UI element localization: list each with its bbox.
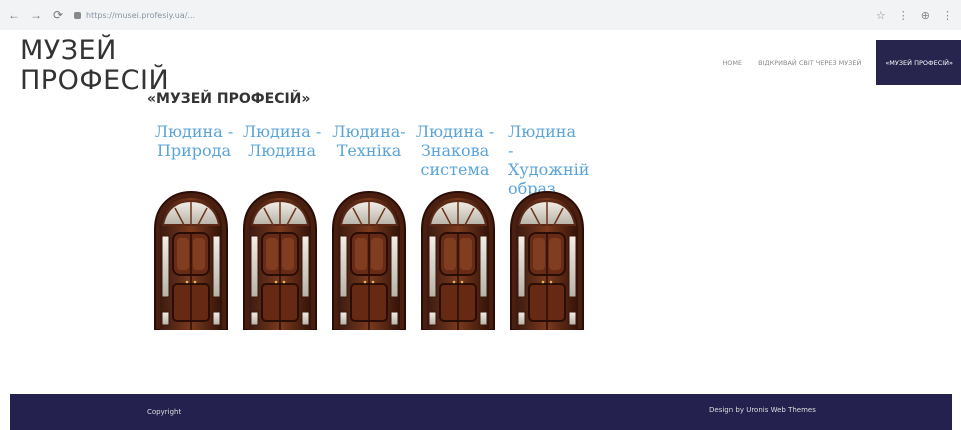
door-human-sign-system[interactable] bbox=[420, 191, 496, 330]
forward-arrow-icon[interactable]: → bbox=[30, 8, 42, 22]
profile-icon[interactable]: ⊕ bbox=[921, 9, 930, 22]
category-line: Художній bbox=[508, 160, 590, 179]
profession-categories: Людина - Природа Людина - Людина Людина-… bbox=[150, 122, 590, 198]
category-line: Людина - bbox=[508, 122, 576, 160]
site-footer: Copyright Design by Uronis Web Themes bbox=[10, 394, 952, 430]
browser-toolbar: ← → ⟳ https://musei.profesiy.ua/... ☆ ⋮ … bbox=[0, 0, 961, 30]
arched-door-icon bbox=[510, 191, 584, 330]
page-heading: «МУЗЕЙ ПРОФЕСІЙ» bbox=[147, 91, 311, 107]
bookmark-icon[interactable]: ☆ bbox=[876, 9, 886, 22]
arched-door-icon bbox=[243, 191, 317, 330]
category-line: Людина - bbox=[242, 122, 322, 141]
nav-museum-of-professions[interactable]: «МУЗЕЙ ПРОФЕСІЙ» bbox=[876, 40, 961, 85]
url-text[interactable]: https://musei.profesiy.ua/... bbox=[86, 11, 195, 20]
category-human-technology[interactable]: Людина- Техніка bbox=[326, 122, 412, 198]
category-human-artistic-image[interactable]: Людина - Художній образ bbox=[498, 122, 590, 198]
category-human-human[interactable]: Людина - Людина bbox=[238, 122, 326, 198]
menu-icon[interactable]: ⋮ bbox=[942, 9, 953, 22]
category-line: система bbox=[420, 160, 490, 179]
design-credit-link[interactable]: Design by Uronis Web Themes bbox=[709, 406, 816, 414]
lock-icon bbox=[74, 11, 81, 19]
address-bar[interactable]: https://musei.profesiy.ua/... bbox=[74, 11, 195, 20]
extension-icon[interactable]: ⋮ bbox=[898, 9, 909, 22]
door-human-artistic-image[interactable] bbox=[509, 191, 585, 330]
main-navigation: HOME ВІДКРИВАЙ СВІТ ЧЕРЕЗ МУЗЕЙ «МУЗЕЙ П… bbox=[714, 40, 961, 85]
arched-door-icon bbox=[154, 191, 228, 330]
door-human-nature[interactable] bbox=[153, 191, 229, 330]
site-title-line-1: МУЗЕЙ bbox=[20, 35, 117, 66]
copyright-text: Copyright bbox=[147, 408, 182, 416]
category-line: Знакова bbox=[420, 141, 490, 160]
category-line: Людина - bbox=[154, 122, 234, 141]
nav-open-world[interactable]: ВІДКРИВАЙ СВІТ ЧЕРЕЗ МУЗЕЙ bbox=[750, 59, 869, 67]
nav-home[interactable]: HOME bbox=[714, 59, 750, 67]
back-arrow-icon[interactable]: ← bbox=[8, 8, 20, 22]
door-human-technology[interactable] bbox=[331, 191, 407, 330]
arched-door-icon bbox=[421, 191, 495, 330]
category-line: Людина- bbox=[332, 122, 406, 141]
category-line: Людина bbox=[248, 141, 316, 160]
category-human-nature[interactable]: Людина - Природа bbox=[150, 122, 238, 198]
arched-door-icon bbox=[332, 191, 406, 330]
category-line: Людина - bbox=[415, 122, 495, 141]
door-links bbox=[153, 191, 585, 330]
category-human-sign-system[interactable]: Людина - Знакова система bbox=[412, 122, 498, 198]
door-human-human[interactable] bbox=[242, 191, 318, 330]
category-line: Техніка bbox=[336, 141, 402, 160]
reload-icon[interactable]: ⟳ bbox=[52, 8, 64, 22]
site-title[interactable]: МУЗЕЙ ПРОФЕСІЙ bbox=[20, 36, 169, 96]
category-line: Природа bbox=[156, 141, 232, 160]
browser-actions: ☆ ⋮ ⊕ ⋮ bbox=[876, 9, 953, 22]
